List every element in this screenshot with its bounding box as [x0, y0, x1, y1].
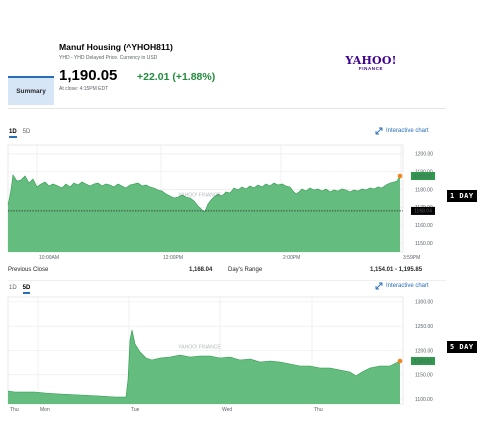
last-price-tag-label: 1190.30 [414, 174, 432, 180]
x-tick-label: Thu [10, 407, 19, 413]
chart-watermark: YAHOO! FINANCE [178, 345, 221, 351]
y-tick-label: 1250.00 [415, 324, 433, 330]
x-tick-label: Thu [314, 407, 323, 413]
last-price-tag-label: 1190.30 [414, 359, 432, 365]
x-tick-label: 2:00PM [283, 255, 300, 261]
intraday-chart[interactable]: 1200.001190.001180.001170.001160.001150.… [0, 0, 499, 430]
price-area [8, 175, 400, 252]
y-tick-label: 1300.00 [415, 300, 433, 306]
last-price-dot [397, 173, 403, 179]
x-tick-label: 12:00PM [163, 255, 183, 261]
y-tick-label: 1150.00 [415, 373, 433, 379]
y-tick-label: 1180.00 [415, 187, 433, 193]
y-tick-label: 1160.00 [415, 223, 433, 229]
y-tick-label: 1100.00 [415, 397, 433, 403]
chart-watermark: YAHOO! FINANCE [178, 193, 221, 199]
price-area [8, 330, 400, 404]
y-tick-label: 1150.00 [415, 241, 433, 247]
y-tick-label: 1200.00 [415, 152, 433, 158]
x-tick-label: Tue [131, 407, 140, 413]
y-tick-label: 1200.00 [415, 348, 433, 354]
x-tick-label: Mon [40, 407, 50, 413]
previous-close-tag-label: 1168.04 [414, 209, 432, 215]
x-tick-label: 3:59PM [403, 255, 420, 261]
x-tick-label: 10:00AM [39, 255, 59, 261]
last-price-dot [397, 358, 403, 364]
x-tick-label: Wed [222, 407, 232, 413]
